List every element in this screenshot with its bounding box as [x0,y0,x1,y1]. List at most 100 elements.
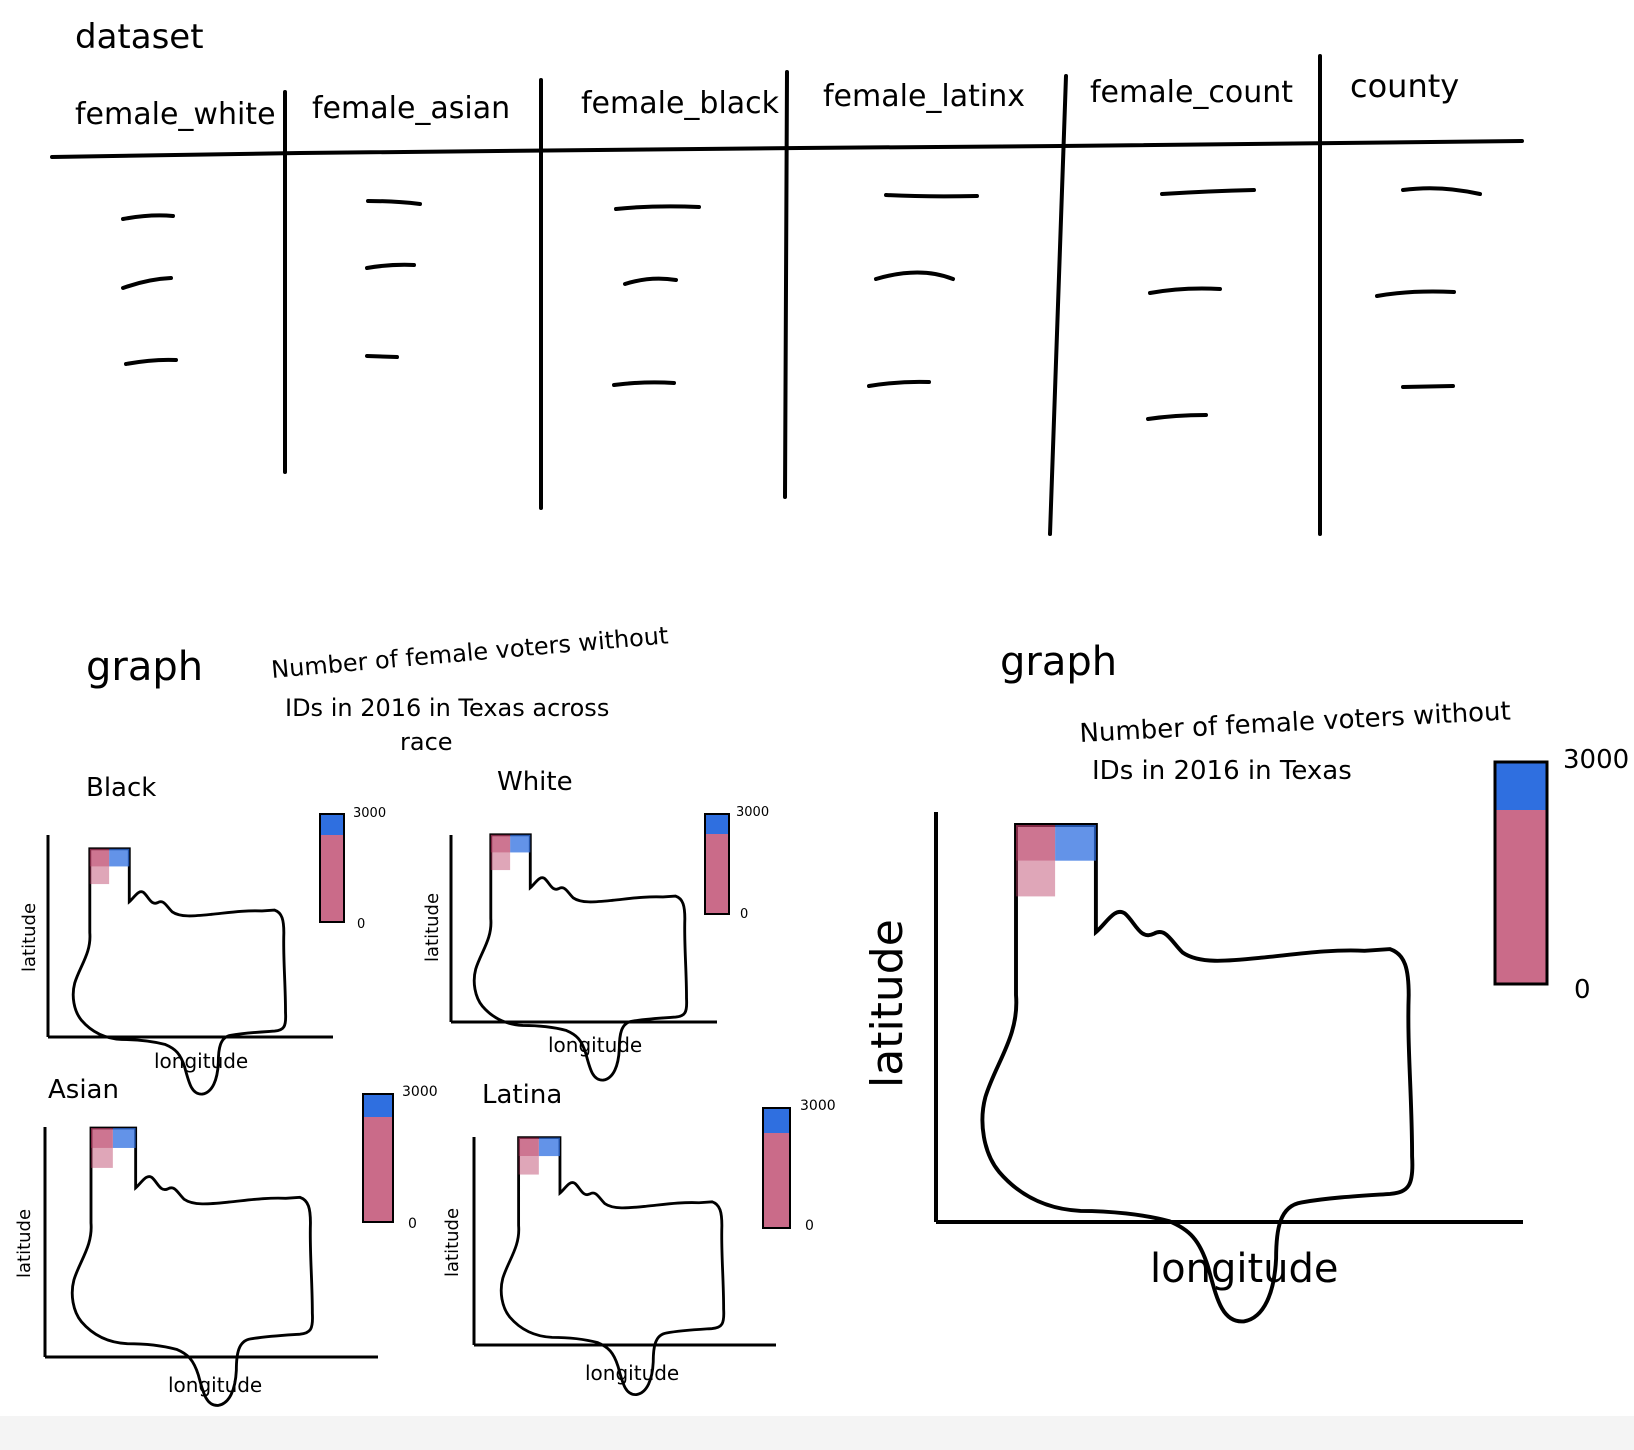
scale-bar-blue [320,814,344,835]
scale-bar-crimson [320,835,344,922]
right-title-line: IDs in 2016 in Texas [1092,756,1352,786]
scale-max-label: 3000 [353,806,386,821]
county-cell-crimson [91,1147,113,1168]
scale-min-label: 0 [408,1216,417,1232]
column-header: county [1350,67,1459,105]
left-graph-label: graph [86,644,203,690]
scale-bar-crimson [705,834,729,914]
scale-max-label: 3000 [402,1084,438,1100]
color-scale: 3000 0 [362,1084,438,1232]
scale-max-label: 3000 [1563,745,1629,775]
y-axis-label: latitude [19,903,40,972]
scale-max-label: 3000 [800,1098,836,1114]
texas-map [472,833,689,1082]
main-map-chart: latitude longitude 3000 0 [862,745,1629,1324]
table-cell-dash [1401,186,1482,196]
texas-outline [499,1136,726,1397]
panel-title: Asian [48,1075,119,1105]
texas-map [70,1126,314,1407]
county-cell-blue [109,848,130,867]
y-axis-label: latitude [14,1209,35,1278]
county-cell-crimson [518,1156,539,1175]
table-cell-dash [612,380,676,387]
table-cell-dash [614,204,701,211]
right-section-title: Number of female voters without IDs in 2… [1079,696,1512,786]
color-scale: 3000 0 [319,806,386,932]
texas-outline [472,833,689,1082]
county-cell-crimson [91,1128,113,1148]
texas-map [499,1136,726,1397]
column-header: female_white [75,97,276,132]
scale-bar-crimson [363,1117,393,1222]
column-separator [783,70,789,499]
x-axis-label: longitude [154,1049,248,1073]
table-header-row: female_white female_asian female_black f… [75,67,1459,132]
county-cell-crimson [89,848,110,867]
panel-asian: Asian latitude longitude 3000 0 [14,1075,438,1407]
y-axis-label: latitude [862,919,913,1088]
column-header: female_latinx [823,79,1025,114]
panel-title: White [497,767,573,797]
table-cell-dash [1146,413,1208,421]
scale-min-label: 0 [1574,975,1591,1005]
scale-bar-blue [363,1094,393,1117]
scale-bar-crimson [763,1133,790,1228]
scale-min-label: 0 [357,917,365,932]
table-cell-dash [124,357,178,366]
county-cell-blue [510,834,531,853]
county-cell-crimson [1016,825,1056,861]
table-cell-dash [365,354,399,359]
x-axis-label: longitude [168,1373,262,1397]
left-title-line: Number of female voters without [270,621,669,684]
color-scale: 3000 0 [704,805,769,922]
y-axis-label: latitude [442,1208,463,1277]
county-cell-blue [538,1137,560,1157]
texas-outline [71,847,288,1096]
panel-white: White latitude longitude 3000 0 [422,767,769,1082]
table-cell-dash [1148,286,1222,295]
right-title-line: Number of female voters without [1079,696,1512,749]
table-cell-dash [365,262,416,270]
scale-min-label: 0 [805,1218,814,1234]
left-title-line: IDs in 2016 in Texas across [285,694,609,722]
panel-black: Black latitude longitude 3000 0 [19,773,386,1096]
county-cell-crimson [1016,860,1056,897]
x-axis-label: longitude [585,1361,679,1385]
scale-bar-blue [705,814,729,834]
scale-bar-crimson [1495,810,1547,984]
column-header: female_black [581,86,780,121]
county-cell-crimson [490,834,511,853]
texas-outline [70,1126,314,1407]
table-cell-dash [623,276,678,286]
table-cell-dash [121,213,175,221]
table-cell-dash [1160,188,1256,196]
color-scale: 3000 0 [762,1098,836,1234]
scale-bar-blue [763,1108,790,1133]
county-cell-crimson [89,866,110,885]
texas-map [71,847,288,1096]
panel-title: Latina [482,1080,562,1110]
table-cell-dash [1375,289,1456,298]
panel-latina: Latina latitude longitude 3000 0 [442,1080,836,1397]
color-scale: 3000 0 [1493,745,1629,1005]
table-cell-dash [1401,384,1455,389]
scale-bar-blue [1495,762,1547,810]
county-cell-crimson [518,1137,539,1157]
county-cell-blue [112,1128,136,1148]
x-axis-label: longitude [548,1033,642,1057]
county-cell-blue [1055,825,1096,861]
x-axis-label: longitude [1150,1246,1338,1292]
right-graph-label: graph [1000,639,1117,685]
left-section-title: Number of female voters without IDs in 2… [270,621,669,756]
left-title-line: race [400,728,453,756]
scale-min-label: 0 [740,907,748,922]
table-cell-dash [874,270,955,281]
county-cell-crimson [490,852,511,871]
scale-max-label: 3000 [736,805,769,820]
table-placeholder-dashes [121,186,1482,421]
table-cell-dash [884,193,979,199]
y-axis-label: latitude [422,893,443,962]
panel-title: Black [86,773,156,803]
table-cell-dash [366,199,422,206]
column-header: female_count [1090,75,1293,110]
